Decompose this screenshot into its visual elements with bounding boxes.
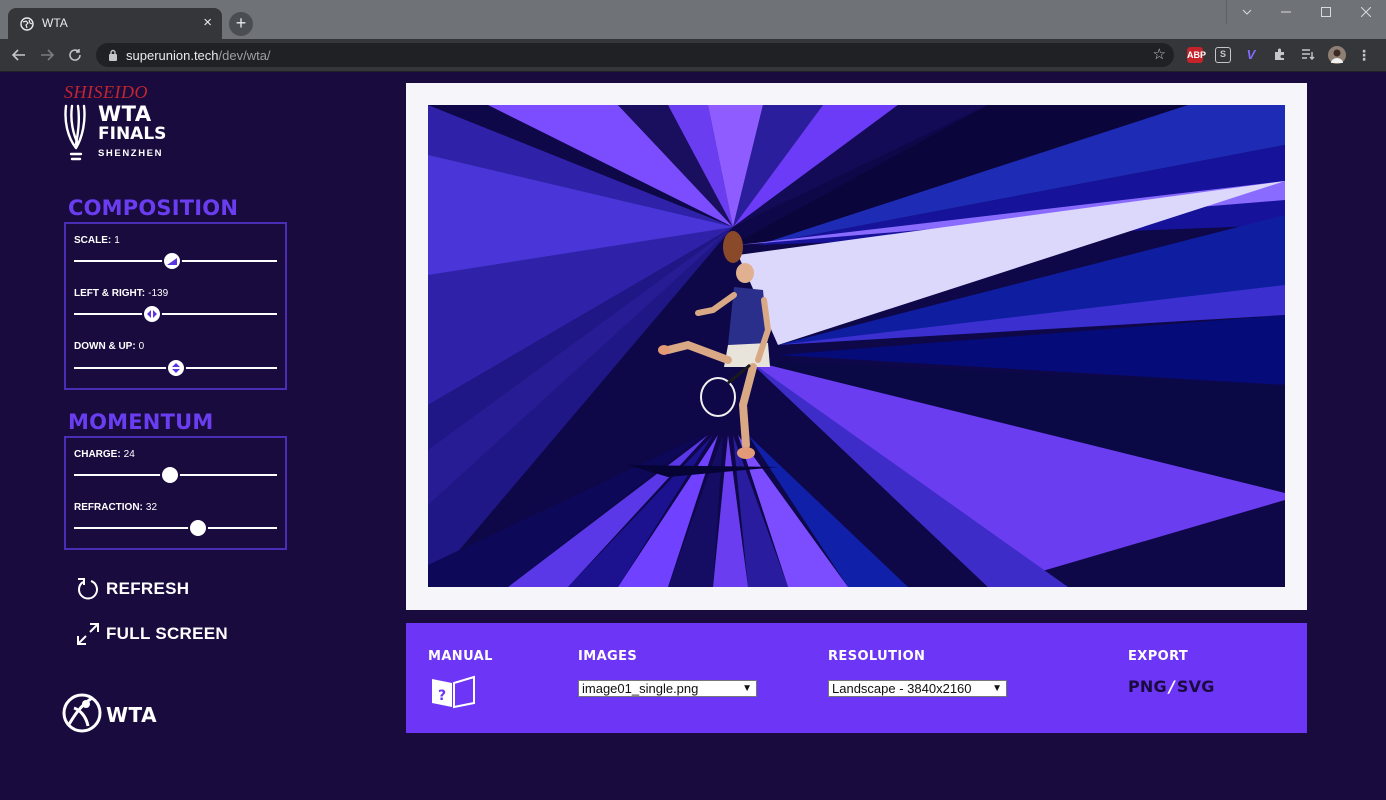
close-tab-icon[interactable]: ×: [203, 14, 212, 31]
url-text: superunion.tech/dev/wta/: [126, 48, 271, 63]
lock-icon: [109, 49, 117, 61]
shenzhen-wordmark: SHENZHEN: [98, 148, 164, 159]
resolution-select[interactable]: Landscape - 3840x2160 ▼: [828, 680, 1007, 697]
shiseido-logo: SHISEIDO: [64, 82, 148, 102]
svg-text:?: ?: [438, 688, 446, 704]
reload-icon[interactable]: [64, 45, 86, 67]
bookmark-star-icon[interactable]: ☆: [1153, 45, 1166, 63]
down-up-label: DOWN & UP: 0: [74, 341, 145, 352]
finals-wordmark: FINALS: [98, 124, 167, 144]
down-up-slider-thumb[interactable]: [166, 358, 186, 378]
left-right-label: LEFT & RIGHT: -139: [74, 288, 169, 299]
export-label: EXPORT: [1128, 649, 1189, 664]
momentum-title: MOMENTUM: [68, 410, 214, 434]
momentum-artwork: [428, 105, 1285, 587]
left-right-slider[interactable]: [74, 313, 277, 315]
globe-icon: [20, 17, 34, 31]
horizontal-arrows-icon: [147, 310, 157, 318]
preview-canvas: [428, 105, 1285, 587]
refraction-slider-thumb[interactable]: [188, 518, 208, 538]
window-controls: [1226, 0, 1386, 24]
chevron-down-icon: ▼: [992, 683, 1002, 694]
expand-icon: [77, 623, 99, 645]
export-controls-bar: MANUAL ? IMAGES image01_single.png ▼ RES…: [406, 623, 1307, 733]
v-extension-icon[interactable]: V: [1243, 47, 1259, 63]
adblock-extension-icon[interactable]: ABP: [1187, 47, 1206, 63]
manual-book-icon[interactable]: ?: [430, 675, 476, 709]
maximize-icon[interactable]: [1306, 0, 1346, 24]
export-png-button[interactable]: PNG: [1128, 677, 1167, 696]
resolution-selected-value: Landscape - 3840x2160: [832, 681, 972, 696]
back-arrow-icon[interactable]: [8, 45, 30, 67]
forward-arrow-icon[interactable]: [36, 45, 58, 67]
refraction-slider[interactable]: [74, 527, 277, 529]
chevron-down-icon[interactable]: [1226, 0, 1266, 24]
full-screen-label: FULL SCREEN: [106, 624, 228, 643]
momentum-panel: CHARGE: 24 REFRACTION: 32: [64, 436, 287, 550]
images-label: IMAGES: [578, 649, 638, 664]
scale-slider-thumb[interactable]: [162, 251, 182, 271]
charge-slider-thumb[interactable]: [160, 465, 180, 485]
wta-footer-wordmark: WTA: [106, 703, 158, 727]
export-separator: /: [1168, 677, 1175, 696]
scale-triangle-icon: [167, 258, 177, 265]
close-window-icon[interactable]: [1346, 0, 1386, 24]
images-select[interactable]: image01_single.png ▼: [578, 680, 757, 697]
preview-frame: [406, 83, 1307, 610]
composition-panel: SCALE: 1 LEFT & RIGHT: -139 DOWN & UP: 0: [64, 222, 287, 390]
profile-avatar[interactable]: [1328, 46, 1346, 64]
export-svg-button[interactable]: SVG: [1177, 677, 1215, 696]
chevron-down-icon: ▼: [742, 683, 752, 694]
kebab-menu-icon[interactable]: ⋮: [1356, 47, 1372, 63]
new-tab-button[interactable]: +: [229, 12, 253, 36]
refresh-icon: [78, 578, 98, 600]
export-links: PNG / SVG: [1128, 677, 1215, 696]
images-selected-value: image01_single.png: [582, 681, 699, 696]
puzzle-extensions-icon[interactable]: [1272, 47, 1288, 63]
manual-label: MANUAL: [428, 649, 493, 664]
scale-label: SCALE: 1: [74, 235, 120, 246]
charge-label: CHARGE: 24: [74, 449, 135, 460]
reading-list-icon[interactable]: [1300, 47, 1316, 63]
left-right-slider-thumb[interactable]: [142, 304, 162, 324]
refresh-button[interactable]: REFRESH: [76, 576, 189, 602]
full-screen-button[interactable]: FULL SCREEN: [76, 622, 228, 646]
browser-tab-strip: WTA × +: [0, 0, 1386, 39]
tab-title: WTA: [42, 16, 68, 30]
address-bar[interactable]: superunion.tech/dev/wta/ ☆: [96, 43, 1174, 67]
browser-toolbar: superunion.tech/dev/wta/ ☆ ABP S V ⋮: [0, 39, 1386, 72]
wta-wordmark: WTA: [98, 102, 152, 126]
s-extension-icon[interactable]: S: [1215, 47, 1231, 63]
browser-tab[interactable]: WTA ×: [8, 8, 222, 39]
refresh-label: REFRESH: [106, 579, 190, 598]
refraction-label: REFRACTION: 32: [74, 502, 158, 513]
composition-title: COMPOSITION: [68, 196, 239, 220]
vertical-arrows-icon: [172, 363, 180, 373]
minimize-icon[interactable]: [1266, 0, 1306, 24]
resolution-label: RESOLUTION: [828, 649, 926, 664]
